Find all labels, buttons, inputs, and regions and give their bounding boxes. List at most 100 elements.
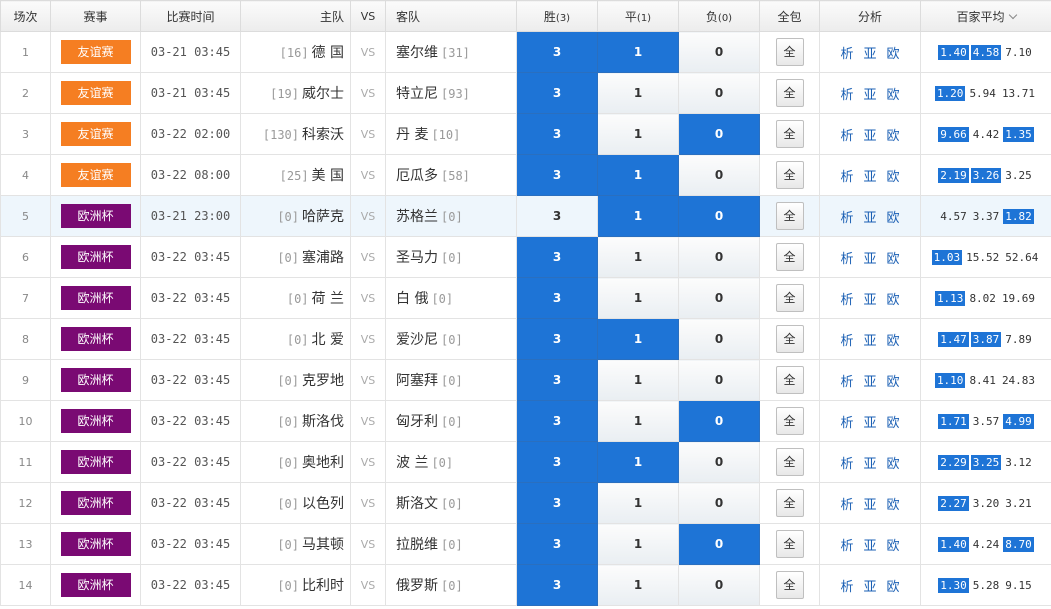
analysis-link[interactable]: 析 xyxy=(840,457,853,472)
analysis-link[interactable]: 析 xyxy=(840,334,853,349)
result-lose-cell[interactable]: 0 xyxy=(678,400,760,442)
result-lose-cell[interactable]: 0 xyxy=(678,195,760,237)
result-draw-cell[interactable]: 1 xyxy=(597,195,679,237)
result-lose-cell[interactable]: 0 xyxy=(678,236,760,278)
result-lose-cell[interactable]: 0 xyxy=(678,318,760,360)
asian-odds-link[interactable]: 亚 xyxy=(863,539,876,554)
select-all-button[interactable]: 全 xyxy=(775,489,804,517)
asian-odds-link[interactable]: 亚 xyxy=(863,293,876,308)
select-all-button[interactable]: 全 xyxy=(775,366,804,394)
home-team-name[interactable]: 北 爱 xyxy=(312,332,344,348)
home-team-name[interactable]: 奥地利 xyxy=(302,455,344,471)
home-team-name[interactable]: 威尔士 xyxy=(302,86,344,102)
result-win-cell[interactable]: 3 xyxy=(516,277,598,319)
select-all-button[interactable]: 全 xyxy=(775,284,804,312)
euro-odds-link[interactable]: 欧 xyxy=(887,375,900,390)
asian-odds-link[interactable]: 亚 xyxy=(863,47,876,62)
away-team-name[interactable]: 阿塞拜 xyxy=(396,373,438,389)
away-team-name[interactable]: 俄罗斯 xyxy=(396,578,438,594)
result-win-cell[interactable]: 3 xyxy=(516,441,598,483)
analysis-link[interactable]: 析 xyxy=(840,416,853,431)
league-badge[interactable]: 欧洲杯 xyxy=(60,286,131,310)
euro-odds-link[interactable]: 欧 xyxy=(887,539,900,554)
asian-odds-link[interactable]: 亚 xyxy=(863,457,876,472)
euro-odds-link[interactable]: 欧 xyxy=(887,334,900,349)
result-lose-cell[interactable]: 0 xyxy=(678,31,760,73)
result-draw-cell[interactable]: 1 xyxy=(597,72,679,114)
euro-odds-link[interactable]: 欧 xyxy=(887,129,900,144)
home-team-name[interactable]: 克罗地 xyxy=(302,373,344,389)
result-win-cell[interactable]: 3 xyxy=(516,523,598,565)
result-lose-cell[interactable]: 0 xyxy=(678,482,760,524)
result-draw-cell[interactable]: 1 xyxy=(597,277,679,319)
result-draw-cell[interactable]: 1 xyxy=(597,318,679,360)
euro-odds-link[interactable]: 欧 xyxy=(887,457,900,472)
analysis-link[interactable]: 析 xyxy=(840,47,853,62)
euro-odds-link[interactable]: 欧 xyxy=(887,498,900,513)
result-win-cell[interactable]: 3 xyxy=(516,564,598,606)
asian-odds-link[interactable]: 亚 xyxy=(863,375,876,390)
select-all-button[interactable]: 全 xyxy=(775,530,804,558)
away-team-name[interactable]: 斯洛文 xyxy=(396,496,438,512)
select-all-button[interactable]: 全 xyxy=(775,243,804,271)
select-all-button[interactable]: 全 xyxy=(775,161,804,189)
home-team-name[interactable]: 哈萨克 xyxy=(302,209,344,225)
result-draw-cell[interactable]: 1 xyxy=(597,482,679,524)
euro-odds-link[interactable]: 欧 xyxy=(887,293,900,308)
select-all-button[interactable]: 全 xyxy=(775,571,804,599)
away-team-name[interactable]: 厄瓜多 xyxy=(396,168,438,184)
result-win-cell[interactable]: 3 xyxy=(516,154,598,196)
result-win-cell[interactable]: 3 xyxy=(516,31,598,73)
result-win-cell[interactable]: 3 xyxy=(516,482,598,524)
home-team-name[interactable]: 以色列 xyxy=(302,496,344,512)
home-team-name[interactable]: 塞浦路 xyxy=(302,250,344,266)
league-badge[interactable]: 欧洲杯 xyxy=(60,245,131,269)
analysis-link[interactable]: 析 xyxy=(840,252,853,267)
asian-odds-link[interactable]: 亚 xyxy=(863,252,876,267)
select-all-button[interactable]: 全 xyxy=(775,120,804,148)
analysis-link[interactable]: 析 xyxy=(840,539,853,554)
result-win-cell[interactable]: 3 xyxy=(516,113,598,155)
league-badge[interactable]: 友谊赛 xyxy=(60,163,131,187)
result-draw-cell[interactable]: 1 xyxy=(597,400,679,442)
away-team-name[interactable]: 圣马力 xyxy=(396,250,438,266)
asian-odds-link[interactable]: 亚 xyxy=(863,88,876,103)
asian-odds-link[interactable]: 亚 xyxy=(863,580,876,595)
result-lose-cell[interactable]: 0 xyxy=(678,359,760,401)
home-team-name[interactable]: 斯洛伐 xyxy=(302,414,344,430)
league-badge[interactable]: 友谊赛 xyxy=(60,40,131,64)
result-win-cell[interactable]: 3 xyxy=(516,400,598,442)
analysis-link[interactable]: 析 xyxy=(840,129,853,144)
analysis-link[interactable]: 析 xyxy=(840,211,853,226)
home-team-name[interactable]: 马其顿 xyxy=(302,537,344,553)
asian-odds-link[interactable]: 亚 xyxy=(863,416,876,431)
result-win-cell[interactable]: 3 xyxy=(516,72,598,114)
result-lose-cell[interactable]: 0 xyxy=(678,277,760,319)
result-win-cell[interactable]: 3 xyxy=(516,236,598,278)
euro-odds-link[interactable]: 欧 xyxy=(887,170,900,185)
euro-odds-link[interactable]: 欧 xyxy=(887,252,900,267)
result-draw-cell[interactable]: 1 xyxy=(597,113,679,155)
select-all-button[interactable]: 全 xyxy=(775,407,804,435)
away-team-name[interactable]: 拉脱维 xyxy=(396,537,438,553)
home-team-name[interactable]: 科索沃 xyxy=(302,127,344,143)
asian-odds-link[interactable]: 亚 xyxy=(863,170,876,185)
asian-odds-link[interactable]: 亚 xyxy=(863,211,876,226)
result-draw-cell[interactable]: 1 xyxy=(597,31,679,73)
euro-odds-link[interactable]: 欧 xyxy=(887,211,900,226)
league-badge[interactable]: 欧洲杯 xyxy=(60,327,131,351)
analysis-link[interactable]: 析 xyxy=(840,170,853,185)
result-lose-cell[interactable]: 0 xyxy=(678,564,760,606)
away-team-name[interactable]: 塞尔维 xyxy=(396,45,438,61)
result-lose-cell[interactable]: 0 xyxy=(678,441,760,483)
analysis-link[interactable]: 析 xyxy=(840,375,853,390)
league-badge[interactable]: 欧洲杯 xyxy=(60,573,131,597)
home-team-name[interactable]: 荷 兰 xyxy=(312,291,344,307)
result-draw-cell[interactable]: 1 xyxy=(597,564,679,606)
away-team-name[interactable]: 苏格兰 xyxy=(396,209,438,225)
euro-odds-link[interactable]: 欧 xyxy=(887,47,900,62)
result-draw-cell[interactable]: 1 xyxy=(597,441,679,483)
home-team-name[interactable]: 美 国 xyxy=(312,168,344,184)
analysis-link[interactable]: 析 xyxy=(840,580,853,595)
league-badge[interactable]: 欧洲杯 xyxy=(60,491,131,515)
